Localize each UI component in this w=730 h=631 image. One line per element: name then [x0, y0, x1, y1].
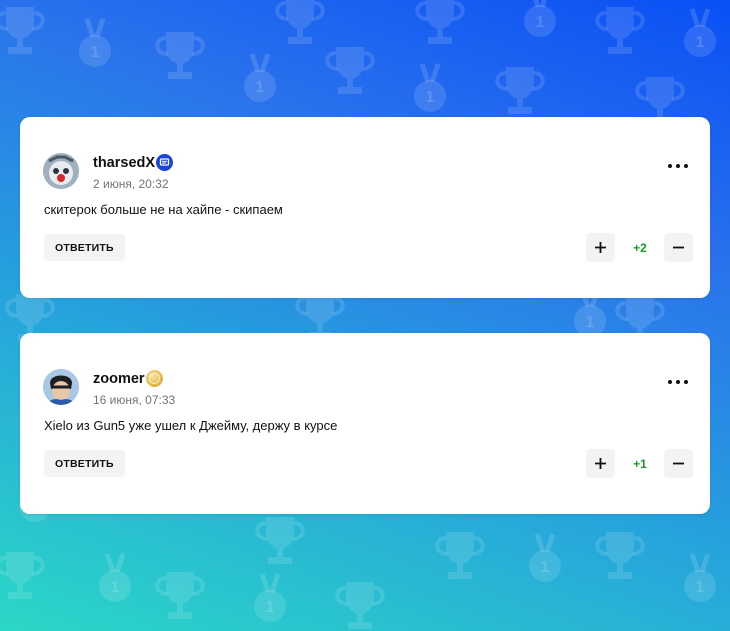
minus-icon: [673, 246, 684, 249]
vote-score: +2: [633, 240, 647, 255]
blue-chat-badge-icon: [156, 154, 173, 171]
vote-score: +1: [633, 456, 647, 471]
plus-icon: [595, 458, 606, 469]
avatar-image: [43, 153, 79, 189]
avatar-image: [43, 369, 79, 405]
minus-icon: [673, 462, 684, 465]
user-avatar[interactable]: [43, 369, 79, 405]
comment-card: tharsedX 2 июня, 20:32 скитерок больше н…: [20, 117, 710, 298]
username[interactable]: tharsedX: [93, 155, 155, 171]
more-dots-icon[interactable]: [668, 377, 688, 387]
upvote-button[interactable]: [586, 233, 615, 262]
comment-card: zoomer 16 июня, 07:33 Xielo из Gun5 уже …: [20, 333, 710, 514]
reply-button[interactable]: ОТВЕТИТЬ: [44, 450, 125, 477]
username[interactable]: zoomer: [93, 371, 145, 387]
gold-coin-badge-icon: [146, 370, 163, 387]
reply-button[interactable]: ОТВЕТИТЬ: [44, 234, 125, 261]
comment-text: Xielo из Gun5 уже ушел к Джейму, держу в…: [44, 418, 338, 433]
comment-date: 2 июня, 20:32: [93, 177, 169, 191]
downvote-button[interactable]: [664, 449, 693, 478]
downvote-button[interactable]: [664, 233, 693, 262]
user-avatar[interactable]: [43, 153, 79, 189]
plus-icon: [595, 242, 606, 253]
comment-date: 16 июня, 07:33: [93, 393, 176, 407]
trophy-pattern-background: 1: [0, 0, 730, 631]
more-dots-icon[interactable]: [668, 161, 688, 171]
upvote-button[interactable]: [586, 449, 615, 478]
comment-text: скитерок больше не на хайпе - скипаем: [44, 202, 283, 217]
